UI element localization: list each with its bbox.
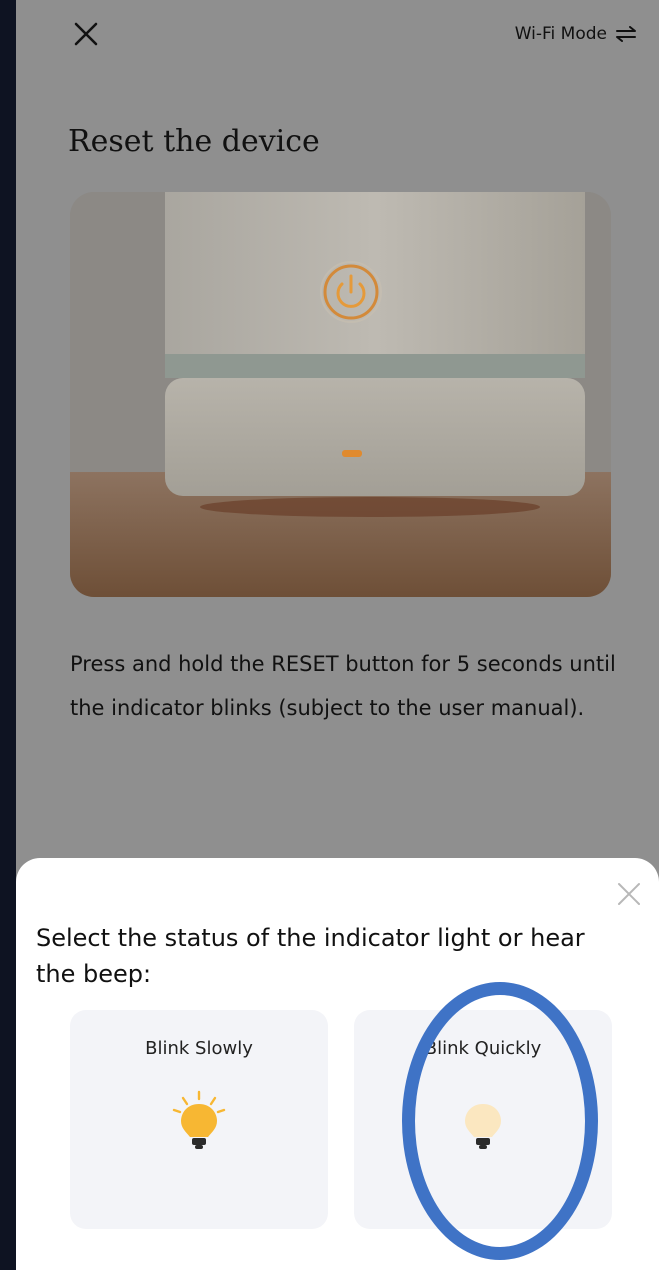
option-label: Blink Quickly: [424, 1038, 542, 1059]
sheet-close-icon[interactable]: [615, 880, 643, 908]
wifi-mode-toggle[interactable]: Wi-Fi Mode: [515, 24, 637, 44]
bulb-lit-icon: [169, 1090, 229, 1160]
wifi-mode-label: Wi-Fi Mode: [514, 24, 607, 44]
top-bar: Wi-Fi Mode: [16, 0, 659, 70]
option-blink-slowly[interactable]: Blink Slowly: [70, 1010, 328, 1229]
app-screen: Wi-Fi Mode Reset the device Press and ho…: [16, 0, 659, 1270]
option-blink-quickly[interactable]: Blink Quickly: [354, 1010, 612, 1229]
close-icon[interactable]: [72, 20, 100, 48]
switch-arrows-icon: [616, 26, 636, 42]
option-label: Blink Slowly: [145, 1038, 253, 1059]
page-title: Reset the device: [68, 124, 320, 159]
reset-instructions: Press and hold the RESET button for 5 se…: [70, 652, 616, 720]
sheet-title: Select the status of the indicator light…: [36, 924, 585, 988]
device-photo: [70, 192, 611, 597]
bulb-dim-icon: [453, 1090, 513, 1160]
